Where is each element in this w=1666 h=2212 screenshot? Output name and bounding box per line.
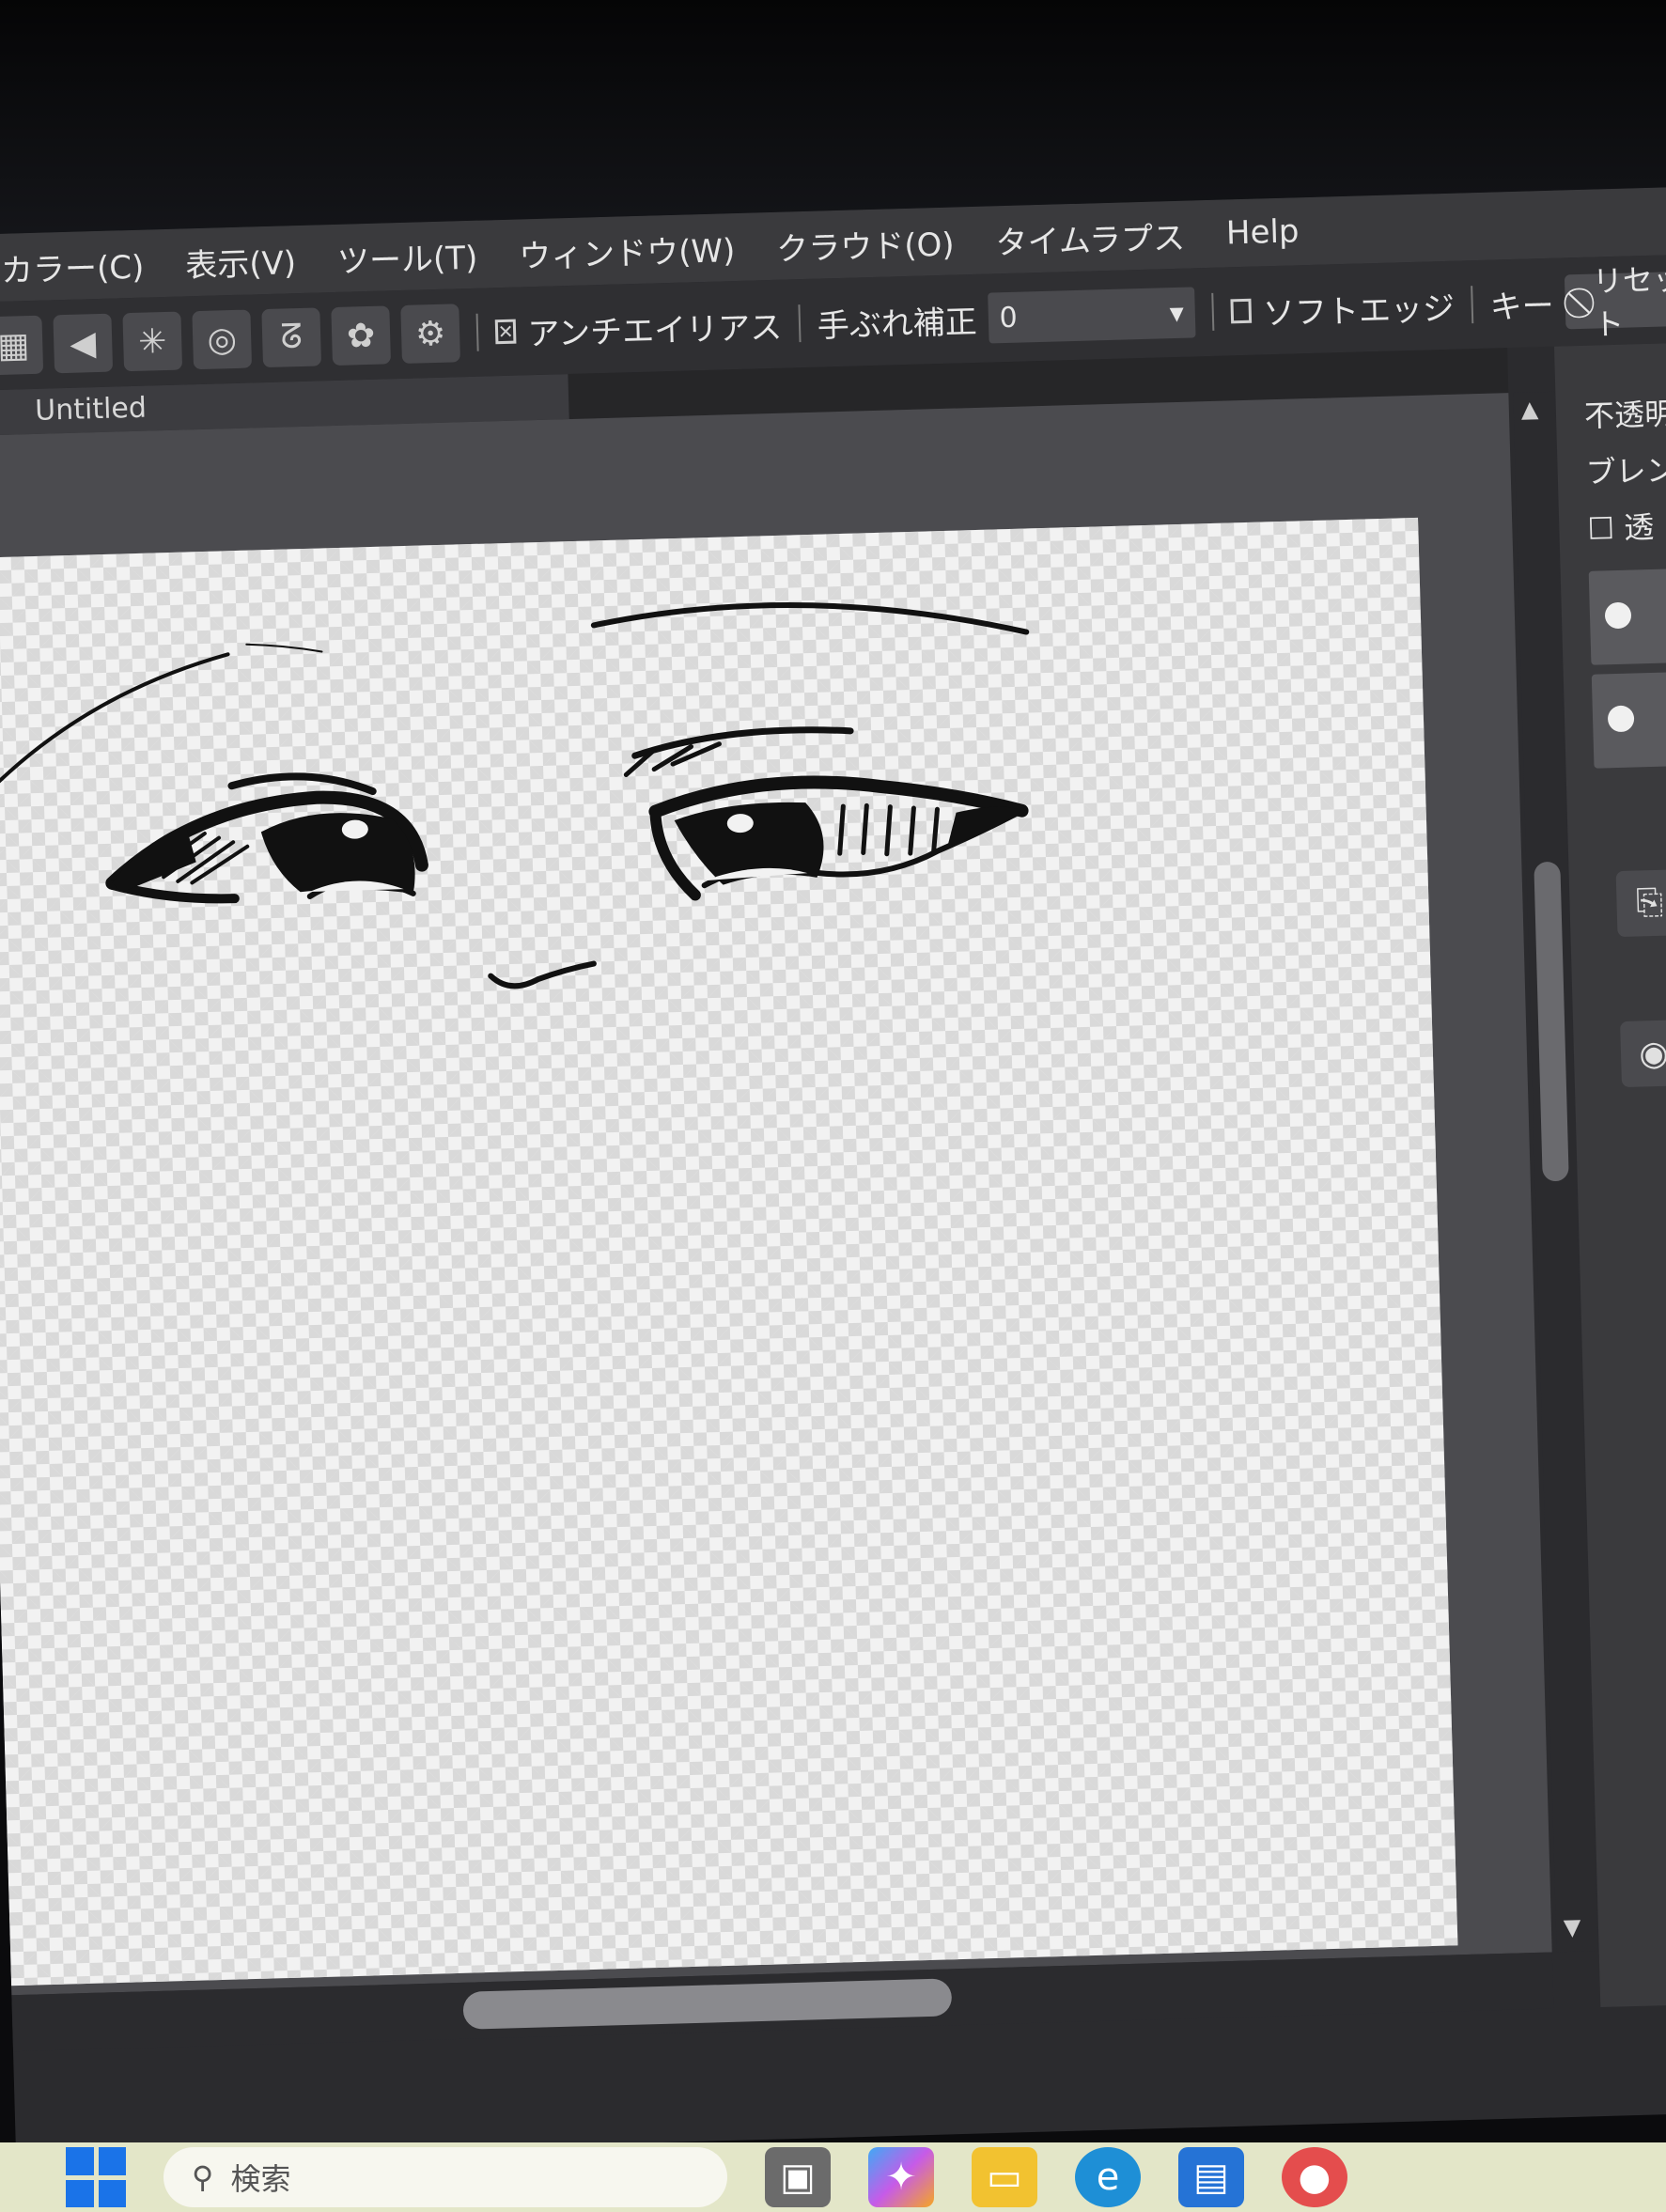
right-eye-hatching xyxy=(837,802,940,857)
hair-stroke-top xyxy=(590,602,1030,635)
task-view-icon[interactable]: ▣ xyxy=(765,2147,831,2207)
toolbar-separator xyxy=(1211,292,1214,331)
antialias-checkbox[interactable]: ✕ xyxy=(494,319,517,345)
menu-view[interactable]: 表示(V) xyxy=(185,237,297,286)
copilot-icon[interactable]: ✦ xyxy=(868,2147,934,2207)
drawing-canvas[interactable] xyxy=(0,517,1458,1986)
settings-icon[interactable]: ◉ xyxy=(1620,1020,1666,1088)
blend-label: ブレン xyxy=(1585,452,1666,491)
horizontal-scroll-thumb[interactable] xyxy=(462,1978,953,2030)
layer-row[interactable] xyxy=(1591,670,1666,769)
radial-lines-icon[interactable]: ✳ xyxy=(122,311,183,372)
menu-tool[interactable]: ツール(T) xyxy=(336,231,478,281)
mouth xyxy=(488,960,597,989)
protect-alpha-label: 透 xyxy=(1623,508,1655,546)
line-art-drawing xyxy=(0,602,1030,989)
stabilizer-value: 0 xyxy=(999,301,1019,335)
menu-timelapse[interactable]: タイムラプス xyxy=(995,211,1186,263)
taskbar-search[interactable]: ⚲ 検索 xyxy=(163,2147,727,2207)
soft-edge-label: ソフトエッジ xyxy=(1262,289,1456,333)
reset-button[interactable]: ⃠ リセット xyxy=(1564,261,1666,343)
windows-taskbar: ⚲ 検索 ▣ ✦ ▭ e ▤ ● xyxy=(0,2142,1666,2212)
key-label: キー xyxy=(1489,287,1555,327)
menu-cloud[interactable]: クラウド(O) xyxy=(776,218,956,269)
right-eye-outer-wing xyxy=(947,806,1022,846)
toolbar-separator xyxy=(1471,286,1474,324)
concentric-icon[interactable]: ◎ xyxy=(192,309,253,370)
vertical-scroll-thumb[interactable] xyxy=(1534,861,1569,1182)
edge-browser-icon[interactable]: e xyxy=(1075,2147,1141,2207)
antialias-label: アンチエイリアス xyxy=(527,308,783,353)
file-explorer-icon[interactable]: ▭ xyxy=(972,2147,1037,2207)
layer-visibility-icon[interactable] xyxy=(1604,601,1632,630)
layer-visibility-icon[interactable] xyxy=(1607,705,1635,733)
scroll-up-icon[interactable]: ▲ xyxy=(1520,396,1538,423)
reset-label: リセット xyxy=(1592,260,1666,343)
symmetry-icon[interactable]: ✿ xyxy=(331,305,392,366)
prohibit-icon: ⃠ xyxy=(1584,283,1587,319)
toolbar-separator xyxy=(475,313,479,351)
right-eyebrow-hatch xyxy=(623,741,722,778)
search-icon: ⚲ xyxy=(192,2159,214,2195)
hair-stroke-left xyxy=(0,652,230,804)
perspective-icon[interactable]: ◀ xyxy=(53,313,114,374)
stabilizer-select[interactable]: 0 ▾ xyxy=(987,287,1196,344)
store-icon[interactable]: ▤ xyxy=(1178,2147,1244,2207)
hair-stroke-left-tip xyxy=(245,643,323,653)
app-window: カラー(C) 表示(V) ツール(T) ウィンドウ(W) クラウド(O) タイム… xyxy=(0,186,1666,2161)
grid-icon[interactable]: ▦ xyxy=(0,315,44,376)
right-eyebrow xyxy=(631,726,854,759)
windows-start-icon[interactable] xyxy=(66,2147,126,2207)
left-eyebrow xyxy=(227,772,377,796)
soft-edge-checkbox[interactable] xyxy=(1230,298,1253,324)
new-layer-icon[interactable]: ⎘ xyxy=(1615,869,1666,938)
left-eye-outer-fill xyxy=(112,824,196,893)
search-placeholder: 検索 xyxy=(230,2161,291,2197)
menu-color[interactable]: カラー(C) xyxy=(0,241,145,290)
scroll-down-icon[interactable]: ▼ xyxy=(1564,1914,1581,1941)
curve-icon[interactable]: ᘔ xyxy=(261,307,322,368)
paint-app-icon[interactable]: ● xyxy=(1282,2147,1347,2207)
protect-alpha-option[interactable]: ☐ 透 xyxy=(1587,504,1655,549)
gear-icon[interactable]: ⚙ xyxy=(400,304,460,364)
canvas-workspace[interactable] xyxy=(0,393,1552,1996)
chevron-down-icon: ▾ xyxy=(1169,296,1185,330)
opacity-label: 不透明 xyxy=(1583,396,1666,434)
menu-window[interactable]: ウィンドウ(W) xyxy=(518,225,736,276)
layer-row[interactable] xyxy=(1588,567,1666,665)
menu-help[interactable]: Help xyxy=(1225,212,1300,252)
toolbar-separator xyxy=(798,304,802,343)
stabilizer-label: 手ぶれ補正 xyxy=(817,303,978,346)
